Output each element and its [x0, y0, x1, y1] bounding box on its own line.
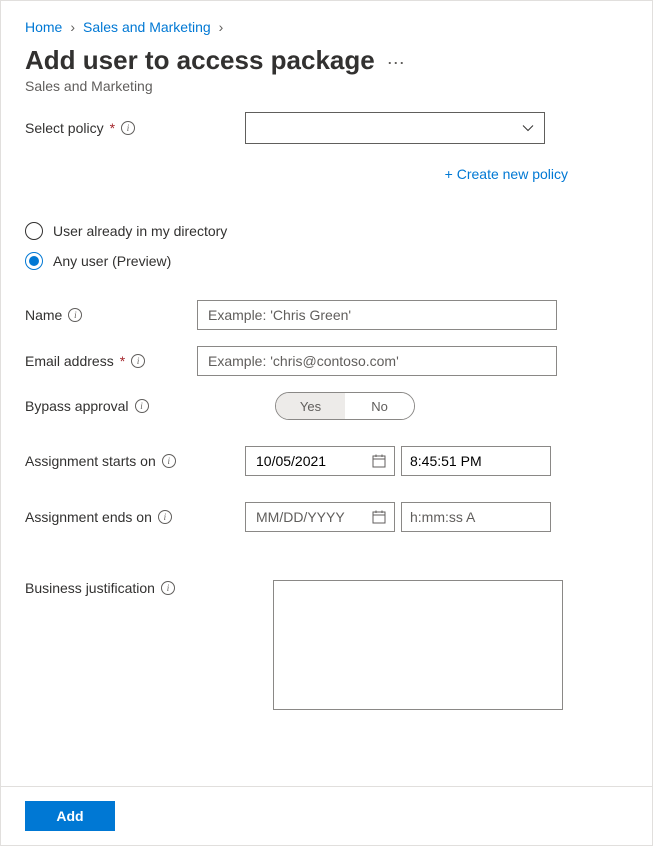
chevron-down-icon — [522, 122, 534, 134]
page-title: Add user to access package — [25, 45, 375, 76]
footer: Add — [1, 786, 652, 845]
assignment-ends-label: Assignment ends on — [25, 509, 152, 525]
add-button[interactable]: Add — [25, 801, 115, 831]
required-indicator: * — [110, 120, 115, 136]
name-input[interactable] — [197, 300, 557, 330]
business-justification-input[interactable] — [273, 580, 563, 710]
info-icon[interactable]: i — [161, 581, 175, 595]
calendar-icon — [372, 510, 386, 524]
info-icon[interactable]: i — [68, 308, 82, 322]
business-justification-label: Business justification — [25, 580, 155, 596]
assignment-starts-label: Assignment starts on — [25, 453, 156, 469]
info-icon[interactable]: i — [158, 510, 172, 524]
calendar-icon — [372, 454, 386, 468]
required-indicator: * — [120, 353, 125, 369]
select-policy-dropdown[interactable] — [245, 112, 545, 144]
info-icon[interactable]: i — [162, 454, 176, 468]
info-icon[interactable]: i — [131, 354, 145, 368]
radio-user-in-directory[interactable]: User already in my directory — [25, 222, 628, 240]
start-date-input[interactable] — [245, 446, 395, 476]
breadcrumb-home[interactable]: Home — [25, 19, 62, 35]
breadcrumb-section[interactable]: Sales and Marketing — [83, 19, 211, 35]
radio-label: User already in my directory — [53, 223, 227, 239]
radio-any-user[interactable]: Any user (Preview) — [25, 252, 628, 270]
chevron-right-icon: › — [70, 19, 75, 35]
chevron-right-icon: › — [219, 19, 224, 35]
end-date-field[interactable] — [254, 508, 368, 526]
breadcrumb: Home › Sales and Marketing › — [25, 19, 628, 35]
bypass-approval-toggle[interactable]: Yes No — [275, 392, 415, 420]
create-new-policy-link[interactable]: + Create new policy — [445, 166, 568, 182]
end-time-input[interactable] — [401, 502, 551, 532]
email-input[interactable] — [197, 346, 557, 376]
more-icon[interactable]: ⋯ — [387, 53, 406, 74]
start-date-field[interactable] — [254, 452, 368, 470]
end-date-input[interactable] — [245, 502, 395, 532]
radio-icon — [25, 252, 43, 270]
radio-label: Any user (Preview) — [53, 253, 171, 269]
select-policy-label: Select policy — [25, 120, 104, 136]
user-source-radio-group: User already in my directory Any user (P… — [25, 222, 628, 270]
info-icon[interactable]: i — [135, 399, 149, 413]
page-subtitle: Sales and Marketing — [25, 78, 628, 94]
name-label: Name — [25, 307, 62, 323]
radio-icon — [25, 222, 43, 240]
toggle-no[interactable]: No — [345, 393, 414, 419]
start-time-input[interactable] — [401, 446, 551, 476]
toggle-yes[interactable]: Yes — [276, 393, 345, 419]
email-label: Email address — [25, 353, 114, 369]
bypass-approval-label: Bypass approval — [25, 398, 129, 414]
info-icon[interactable]: i — [121, 121, 135, 135]
